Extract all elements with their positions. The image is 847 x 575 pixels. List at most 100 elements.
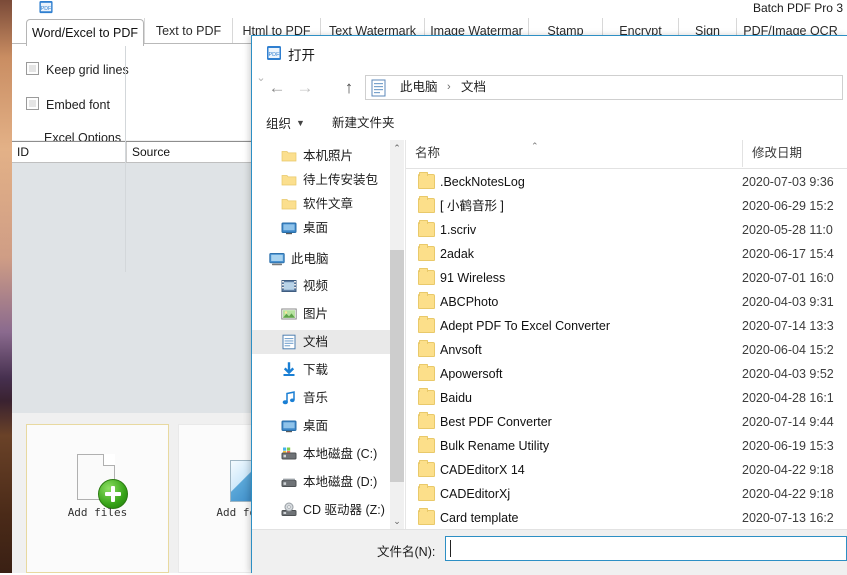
file-list-row[interactable]: Best PDF Converter 2020-07-14 9:44 [406, 410, 847, 434]
file-modified-date: 2020-05-28 11:0 [742, 223, 833, 237]
arrow-right-icon[interactable]: → [294, 77, 316, 99]
file-list-row[interactable]: CADEditorX 14 2020-04-22 9:18 [406, 458, 847, 482]
option-embed-font[interactable]: Embed font [26, 97, 110, 112]
scroll-up-icon[interactable]: ⌃ [390, 140, 404, 156]
file-list-row[interactable]: [ 小鹤音形 ] 2020-06-29 15:2 [406, 194, 847, 218]
tree-item-3[interactable]: 桌面 [252, 216, 390, 240]
file-list-row[interactable]: Bulk Rename Utility 2020-06-19 15:3 [406, 434, 847, 458]
scroll-down-icon[interactable]: ⌄ [390, 513, 404, 529]
documents-icon [282, 334, 296, 350]
file-list-row[interactable]: CADEditorXj 2020-04-22 9:18 [406, 482, 847, 506]
folder-yellow-icon [418, 484, 435, 501]
file-name: 91 Wireless [440, 271, 506, 285]
file-list-row[interactable]: Apowersoft 2020-04-03 9:52 [406, 362, 847, 386]
tree-item-8[interactable]: 下载 [252, 358, 390, 382]
dialog-navigation-bar: ← → ⌄ ↑ 此电脑 › 文档 [252, 69, 847, 106]
grid-column-header-id[interactable]: ID [12, 142, 126, 162]
tree-item-label: 待上传安装包 [303, 173, 379, 187]
file-name: Best PDF Converter [440, 415, 552, 429]
tree-item-2[interactable]: 软件文章 [252, 192, 390, 216]
tree-item-7[interactable]: 文档 [252, 330, 390, 354]
file-list-row[interactable]: Adept PDF To Excel Converter 2020-07-14 1… [406, 314, 847, 338]
tree-item-label: 下载 [303, 363, 329, 377]
file-queue-grid[interactable]: ID Source [12, 141, 252, 414]
tree-item-11[interactable]: 本地磁盘 (C:) [252, 442, 390, 466]
tab-text-to-pdf[interactable]: Text to PDF [144, 18, 232, 44]
arrow-left-icon[interactable]: ← [266, 77, 288, 99]
pictures-icon [281, 308, 297, 320]
folder-yellow-icon [418, 244, 435, 261]
file-queue-grid-body[interactable] [12, 163, 252, 414]
breadcrumb-item[interactable]: 文档 [461, 76, 486, 99]
folder-yellow-icon [281, 199, 297, 210]
file-list-rows[interactable]: .BeckNotesLog 2020-07-03 9:36 [ 小鹤音形 ] 2020… [406, 168, 847, 529]
tree-item-4[interactable]: 此电脑 [252, 247, 390, 271]
tree-item-13[interactable]: CD 驱动器 (Z:) [252, 498, 390, 522]
app-title: Batch PDF Pro 3 [752, 1, 843, 15]
file-name: CADEditorX 14 [440, 463, 525, 477]
checkbox-icon[interactable] [26, 97, 39, 110]
file-name: ABCPhoto [440, 295, 499, 309]
file-list-row[interactable]: .BeckNotesLog 2020-07-03 9:36 [406, 170, 847, 194]
file-list-row[interactable]: ABCPhoto 2020-04-03 9:31 [406, 290, 847, 314]
tree-item-label: 视频 [303, 279, 329, 293]
organize-label: 组织 [266, 117, 292, 131]
folder-yellow-icon [418, 196, 435, 213]
file-name: Adept PDF To Excel Converter [440, 319, 610, 333]
file-modified-date: 2020-06-19 15:3 [742, 439, 834, 453]
file-list-row[interactable]: Anvsoft 2020-06-04 15:2 [406, 338, 847, 362]
file-modified-date: 2020-06-29 15:2 [742, 199, 834, 213]
folder-yellow-icon [418, 340, 435, 357]
option-label: Keep grid lines [46, 63, 129, 77]
tree-item-6[interactable]: 图片 [252, 302, 390, 326]
tab-word-excel-to-pdf[interactable]: Word/Excel to PDF [26, 19, 144, 46]
dialog-body: 本机照片 待上传安装包 软件文章 桌面 此电脑 视频 图片 文档 下载 音乐 桌面 本地磁盘 (C:)… [252, 140, 847, 529]
tree-item-5[interactable]: 视频 [252, 274, 390, 298]
file-list-row[interactable]: Baidu 2020-04-28 16:1 [406, 386, 847, 410]
folder-yellow-icon [281, 151, 297, 162]
arrow-up-icon[interactable]: ↑ [338, 77, 360, 99]
file-modified-date: 2020-07-14 9:44 [742, 415, 834, 429]
address-breadcrumb-bar[interactable]: 此电脑 › 文档 [365, 75, 843, 100]
navigation-tree-scrollbar[interactable]: ⌃ ⌄ [390, 140, 404, 529]
option-keep-grid-lines[interactable]: Keep grid lines [26, 62, 129, 77]
option-label: Embed font [46, 98, 110, 112]
list-column-header-1[interactable]: 修改日期 [742, 140, 847, 167]
new-folder-button[interactable]: 新建文件夹 [332, 114, 395, 132]
tree-item-9[interactable]: 音乐 [252, 386, 390, 410]
disk-icon [281, 478, 297, 487]
open-file-dialog: PDF 打开 ← → ⌄ ↑ 此电脑 › 文档 组织 ▼ 新建文件夹 本机照片待上传安… [251, 35, 847, 575]
list-column-header-0[interactable]: 名称 [406, 140, 742, 167]
grid-column-header-source[interactable]: Source [126, 142, 252, 162]
add-files-button[interactable]: Add files [26, 424, 169, 573]
music-icon [282, 391, 295, 405]
filename-input[interactable] [445, 536, 847, 561]
grid-column-divider [125, 21, 126, 272]
tree-item-10[interactable]: 桌面 [252, 414, 390, 438]
tree-item-label: 文档 [303, 335, 329, 349]
file-modified-date: 2020-04-03 9:52 [742, 367, 834, 381]
dialog-title-bar: PDF 打开 [252, 36, 847, 69]
file-modified-date: 2020-04-22 9:18 [742, 487, 834, 501]
tree-item-12[interactable]: 本地磁盘 (D:) [252, 470, 390, 494]
checkbox-icon[interactable] [26, 62, 39, 75]
file-list-row[interactable]: 91 Wireless 2020-07-01 16:0 [406, 266, 847, 290]
file-list-row[interactable]: 1.scriv 2020-05-28 11:0 [406, 218, 847, 242]
folder-yellow-icon [281, 175, 297, 186]
file-list-row[interactable]: Card template 2020-07-13 16:2 [406, 506, 847, 529]
tree-item-1[interactable]: 待上传安装包 [252, 168, 390, 192]
file-name: Bulk Rename Utility [440, 439, 550, 453]
file-modified-date: 2020-07-13 16:2 [742, 511, 834, 525]
navigation-tree[interactable]: 本机照片 待上传安装包 软件文章 桌面 此电脑 视频 图片 文档 下载 音乐 桌面 本地磁盘 (C:)… [252, 140, 390, 529]
file-modified-date: 2020-07-14 13:3 [742, 319, 834, 333]
scrollbar-thumb[interactable] [390, 250, 404, 482]
breadcrumb-item[interactable]: 此电脑 [400, 76, 438, 99]
svg-text:PDF: PDF [41, 6, 51, 12]
desktop-icon [281, 420, 297, 433]
organize-menu-button[interactable]: 组织 ▼ [266, 114, 305, 132]
tree-item-label: 此电脑 [291, 252, 329, 266]
file-name: Baidu [440, 391, 472, 405]
tree-item-label: 桌面 [303, 419, 329, 433]
file-list-row[interactable]: 2adak 2020-06-17 15:4 [406, 242, 847, 266]
tree-item-0[interactable]: 本机照片 [252, 144, 390, 168]
